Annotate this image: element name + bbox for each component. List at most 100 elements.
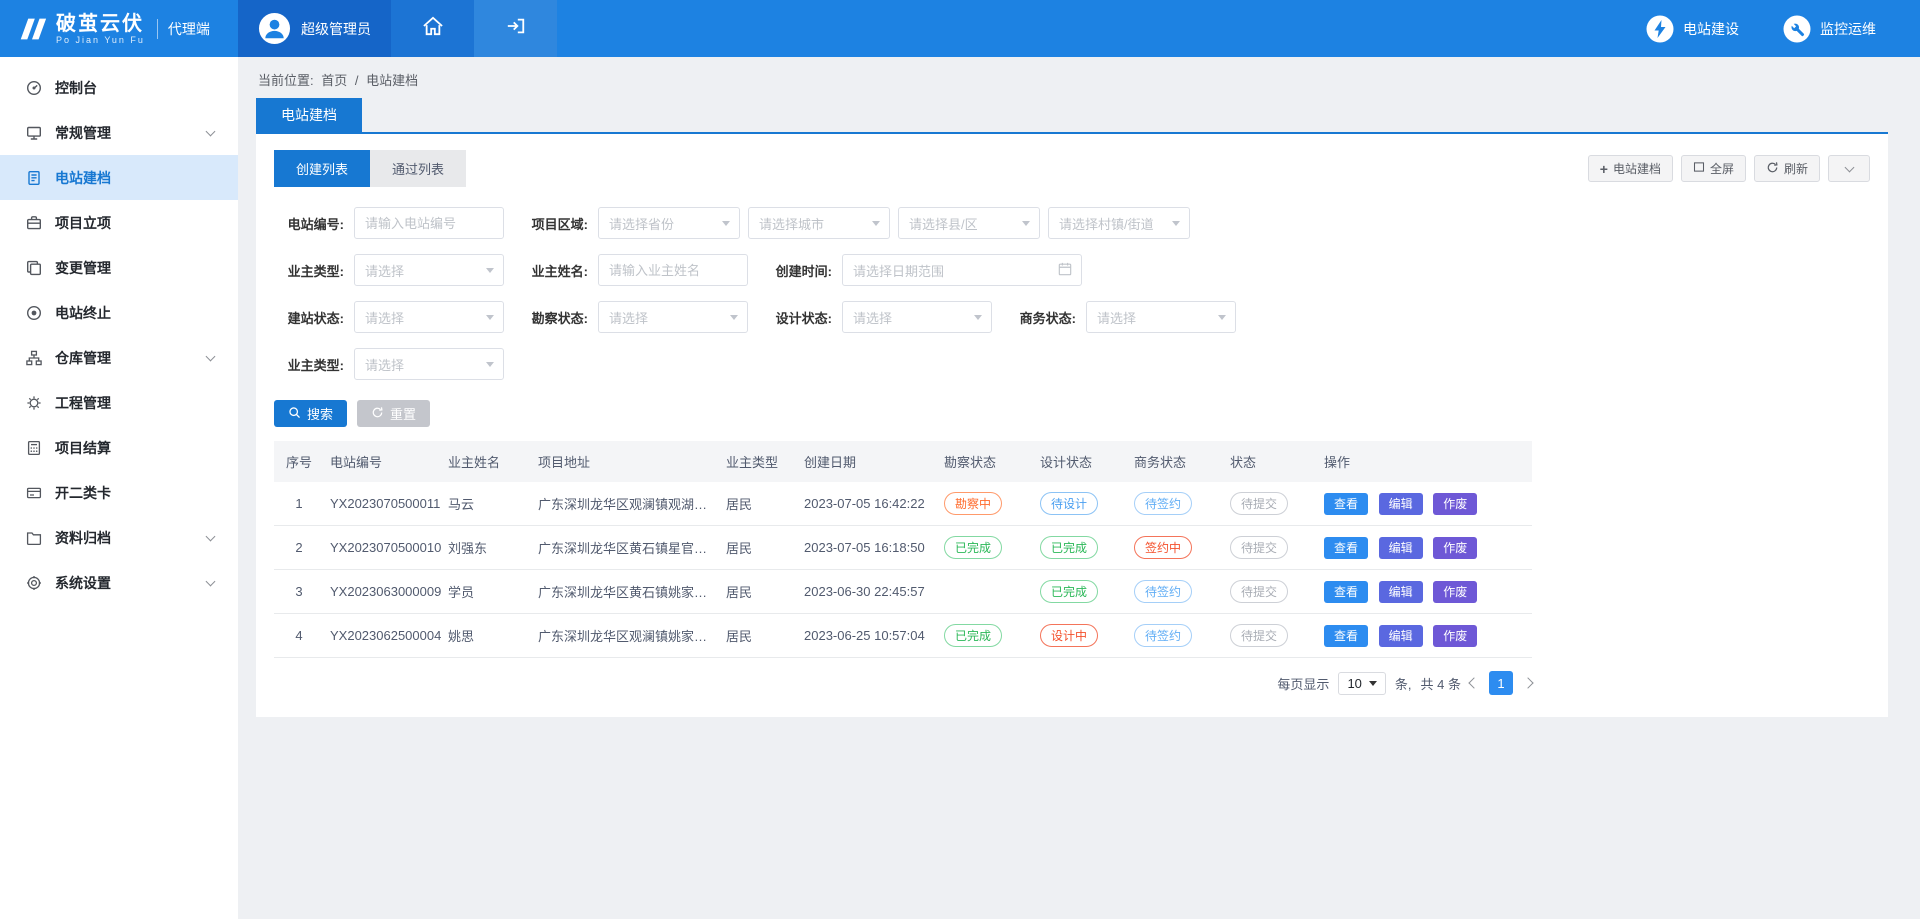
row-index: 3 <box>274 570 324 614</box>
design-status-select[interactable]: 请选择 <box>842 301 992 333</box>
select-placeholder: 请选择城市 <box>759 214 824 233</box>
chevron-down-icon <box>486 268 494 273</box>
county-select[interactable]: 请选择县/区 <box>898 207 1040 239</box>
owner-type-select[interactable]: 请选择 <box>354 254 504 286</box>
briefcase-icon <box>26 215 42 231</box>
view-button[interactable]: 查看 <box>1324 537 1368 559</box>
nav-station-build[interactable]: 电站建设 <box>1646 0 1739 57</box>
fullscreen-icon <box>1693 161 1705 176</box>
view-button[interactable]: 查看 <box>1324 625 1368 647</box>
sidebar-item-regular-mgmt[interactable]: 常规管理 <box>0 110 238 155</box>
filter-label: 商务状态: <box>1006 308 1076 327</box>
owner-name-cell: 学员 <box>442 570 532 614</box>
table-row: 3 YX2023063000009 学员 广东深圳龙华区黄石镇姚家庄... 居民… <box>274 570 1532 614</box>
home-button[interactable] <box>391 0 474 57</box>
edit-button[interactable]: 编辑 <box>1379 493 1423 515</box>
status-cell: 待提交 <box>1224 614 1318 658</box>
sidebar: 控制台 常规管理 电站建档 项目立项 变更管理 电站终止 仓库管理 <box>0 57 238 919</box>
prev-page-button[interactable] <box>1468 677 1479 688</box>
filter-owner-type: 业主类型: 请选择 <box>274 254 504 286</box>
tab-passed-list[interactable]: 通过列表 <box>370 150 466 187</box>
tab-create-list[interactable]: 创建列表 <box>274 150 370 187</box>
filter-owner-name: 业主姓名: <box>518 254 748 286</box>
status-badge: 待签约 <box>1134 580 1192 603</box>
nav-monitor-ops[interactable]: 监控运维 <box>1783 0 1876 57</box>
filter-label: 业主姓名: <box>518 261 588 280</box>
build-status-select[interactable]: 请选择 <box>354 301 504 333</box>
survey-status-select[interactable]: 请选择 <box>598 301 748 333</box>
view-button[interactable]: 查看 <box>1324 581 1368 603</box>
status-badge: 待签约 <box>1134 492 1192 515</box>
settings-icon <box>26 575 42 591</box>
logo-subtitle: Po Jian Yun Fu <box>56 35 145 45</box>
sidebar-item-station-filing[interactable]: 电站建档 <box>0 155 238 200</box>
select-placeholder: 请选择 <box>853 308 892 327</box>
edit-button[interactable]: 编辑 <box>1379 581 1423 603</box>
filter-build-status: 建站状态: 请选择 <box>274 301 504 333</box>
sitemap-icon <box>26 350 42 366</box>
sidebar-item-type2-card[interactable]: 开二类卡 <box>0 470 238 515</box>
page-number-current[interactable]: 1 <box>1489 671 1513 695</box>
breadcrumb-home[interactable]: 首页 <box>321 73 347 88</box>
column-header: 设计状态 <box>1034 441 1128 482</box>
refresh-button[interactable]: 刷新 <box>1754 155 1820 182</box>
user-menu[interactable]: 超级管理员 <box>238 0 391 57</box>
content-card: 创建列表 通过列表 + 电站建档 全屏 刷新 <box>256 134 1888 717</box>
create-station-button[interactable]: + 电站建档 <box>1588 155 1673 182</box>
sidebar-item-project-settlement[interactable]: 项目结算 <box>0 425 238 470</box>
reset-icon <box>371 406 384 422</box>
province-select[interactable]: 请选择省份 <box>598 207 740 239</box>
dashboard-icon <box>26 80 42 96</box>
next-page-button[interactable] <box>1522 677 1533 688</box>
sidebar-item-console[interactable]: 控制台 <box>0 65 238 110</box>
search-icon <box>288 406 301 422</box>
filter-label: 业主类型: <box>274 355 344 374</box>
sidebar-item-label: 项目结算 <box>55 438 111 458</box>
sidebar-item-warehouse-mgmt[interactable]: 仓库管理 <box>0 335 238 380</box>
logout-button[interactable] <box>474 0 557 57</box>
void-button[interactable]: 作废 <box>1433 625 1477 647</box>
top-header: 破茧云伏 Po Jian Yun Fu 代理端 超级管理员 电站建设 监控运维 <box>0 0 1920 57</box>
collapse-toolbar-button[interactable] <box>1828 155 1870 182</box>
void-button[interactable]: 作废 <box>1433 493 1477 515</box>
reset-button[interactable]: 重置 <box>357 400 430 427</box>
town-select[interactable]: 请选择村镇/街道 <box>1048 207 1190 239</box>
page-tabbar: 电站建档 <box>256 98 1888 134</box>
date-range-input[interactable]: 请选择日期范围 <box>842 254 1082 286</box>
owner-type-2-select[interactable]: 请选择 <box>354 348 504 380</box>
city-select[interactable]: 请选择城市 <box>748 207 890 239</box>
copy-icon <box>26 260 42 276</box>
status-badge: 已完成 <box>1040 536 1098 559</box>
sidebar-item-engineering-mgmt[interactable]: 工程管理 <box>0 380 238 425</box>
void-button[interactable]: 作废 <box>1433 537 1477 559</box>
edit-button[interactable]: 编辑 <box>1379 625 1423 647</box>
filter-station-code: 电站编号: <box>274 207 504 239</box>
status-cell: 待提交 <box>1224 482 1318 526</box>
void-button[interactable]: 作废 <box>1433 581 1477 603</box>
tab-station-filing[interactable]: 电站建档 <box>256 98 362 132</box>
owner-name-input[interactable] <box>598 254 748 286</box>
survey-status-cell: 已完成 <box>938 614 1034 658</box>
stop-icon <box>26 305 42 321</box>
owner-type-cell: 居民 <box>720 614 798 658</box>
per-page-select[interactable]: 10 <box>1338 672 1385 695</box>
fullscreen-button[interactable]: 全屏 <box>1681 155 1746 182</box>
logo-icon <box>16 17 48 41</box>
business-status-select[interactable]: 请选择 <box>1086 301 1236 333</box>
lightning-circle-icon <box>1646 15 1674 43</box>
status-badge: 已完成 <box>944 624 1002 647</box>
sidebar-item-archive[interactable]: 资料归档 <box>0 515 238 560</box>
total-count: 共 4 条 <box>1421 674 1461 693</box>
view-button[interactable]: 查看 <box>1324 493 1368 515</box>
status-badge: 待提交 <box>1230 536 1288 559</box>
sidebar-item-project-initiation[interactable]: 项目立项 <box>0 200 238 245</box>
search-button[interactable]: 搜索 <box>274 400 347 427</box>
station-code-input[interactable] <box>354 207 504 239</box>
edit-button[interactable]: 编辑 <box>1379 537 1423 559</box>
sidebar-item-change-mgmt[interactable]: 变更管理 <box>0 245 238 290</box>
owner-name-cell: 马云 <box>442 482 532 526</box>
sidebar-item-station-terminate[interactable]: 电站终止 <box>0 290 238 335</box>
logo-title: 破茧云伏 <box>56 13 145 35</box>
card-toolbar: + 电站建档 全屏 刷新 <box>1588 155 1870 182</box>
sidebar-item-system-settings[interactable]: 系统设置 <box>0 560 238 605</box>
